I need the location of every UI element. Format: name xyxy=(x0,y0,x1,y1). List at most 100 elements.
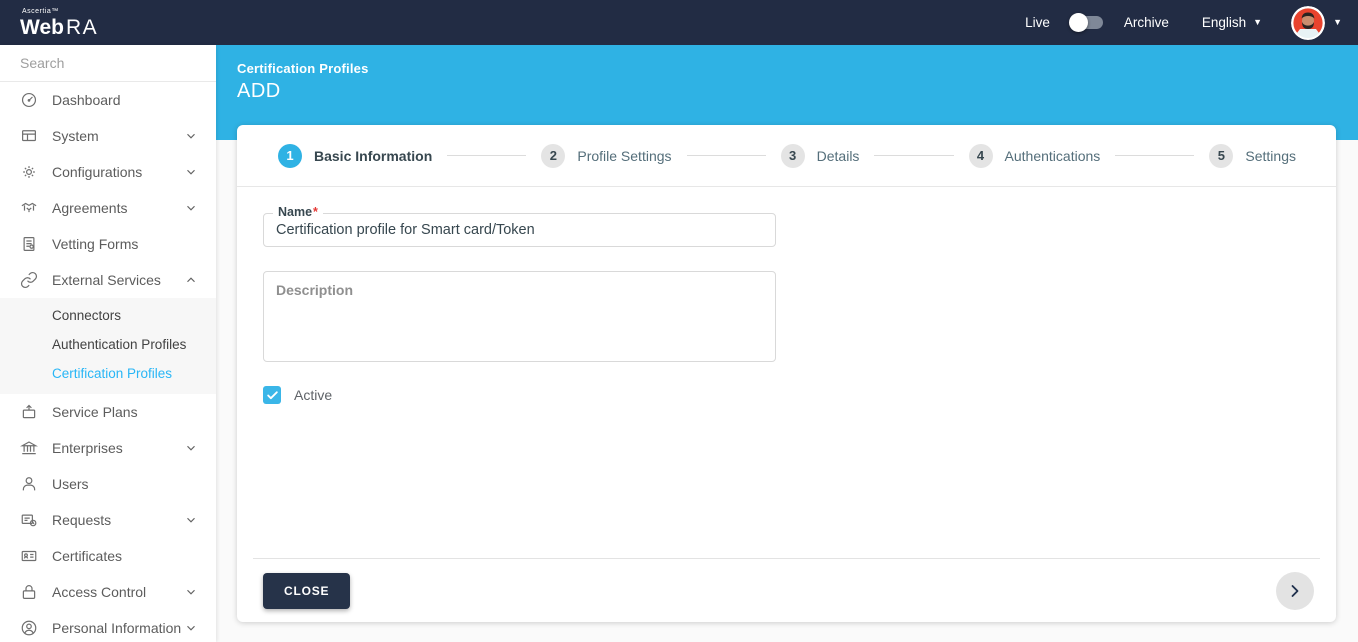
sidebar-item-enterprises[interactable]: Enterprises xyxy=(0,430,216,466)
page-title: ADD xyxy=(237,80,281,102)
topbar-controls: Live Archive English ▼ ▼ xyxy=(1025,5,1342,40)
chevron-down-icon xyxy=(187,517,195,523)
main-content: Certification Profiles ADD 1 Basic Infor… xyxy=(216,45,1358,642)
configurations-icon xyxy=(20,163,38,181)
topbar: Ascertia™ WebRA Live Archive English ▼ ▼ xyxy=(0,0,1358,45)
chevron-down-icon xyxy=(187,625,195,631)
step-label: Profile Settings xyxy=(577,147,672,164)
sidebar-item-agreements[interactable]: Agreements xyxy=(0,190,216,226)
page-header: Certification Profiles ADD xyxy=(237,61,369,103)
sidebar: Dashboard System Configurations Agreemen… xyxy=(0,45,216,642)
language-label: English xyxy=(1201,15,1247,30)
sidebar-subitem-certification-profiles[interactable]: Certification Profiles xyxy=(0,359,216,388)
wizard-stepper: 1 Basic Information 2 Profile Settings 3… xyxy=(237,125,1336,187)
brand-product: WebRA xyxy=(20,15,99,39)
step-connector xyxy=(447,155,527,156)
dashboard-icon xyxy=(20,91,38,109)
sidebar-item-label: Agreements xyxy=(52,200,128,216)
search-input[interactable] xyxy=(20,55,201,71)
sidebar-item-label: Configurations xyxy=(52,164,143,180)
step-label: Authentications xyxy=(1004,147,1101,164)
user-menu-caret-icon: ▼ xyxy=(1333,17,1342,27)
active-checkbox[interactable] xyxy=(263,386,281,404)
system-icon xyxy=(20,127,38,145)
step-basic-information[interactable]: 1 Basic Information xyxy=(278,143,433,168)
sidebar-item-label: External Services xyxy=(52,272,161,288)
sidebar-item-label: Certificates xyxy=(52,548,123,564)
step-authentications[interactable]: 4 Authentications xyxy=(968,143,1101,168)
name-field-label: Name* xyxy=(273,205,323,219)
app-logo[interactable]: Ascertia™ WebRA xyxy=(20,8,98,38)
chevron-down-icon xyxy=(187,445,195,451)
live-label: Live xyxy=(1025,15,1050,30)
checkmark-icon xyxy=(266,390,278,399)
sidebar-item-requests[interactable]: Requests xyxy=(0,502,216,538)
access-control-icon xyxy=(20,583,38,601)
step-details[interactable]: 3 Details xyxy=(780,143,859,168)
chevron-right-icon xyxy=(1291,584,1299,597)
name-input[interactable] xyxy=(264,214,775,246)
live-archive-toggle[interactable] xyxy=(1068,13,1103,32)
basic-information-form: Name* Active xyxy=(237,187,1336,558)
language-selector[interactable]: English ▼ xyxy=(1202,15,1262,30)
next-step-button[interactable] xyxy=(1276,571,1314,610)
step-settings[interactable]: 5 Settings xyxy=(1209,143,1296,168)
avatar[interactable] xyxy=(1291,5,1326,40)
sidebar-item-service-plans[interactable]: Service Plans xyxy=(0,394,216,430)
card-footer: CLOSE xyxy=(237,559,1336,622)
step-number: 1 xyxy=(278,143,302,168)
sidebar-item-label: Users xyxy=(52,476,89,492)
chevron-down-icon xyxy=(187,169,195,175)
users-icon xyxy=(20,475,38,493)
step-connector xyxy=(686,155,766,156)
sidebar-subitem-authentication-profiles[interactable]: Authentication Profiles xyxy=(0,330,216,359)
sidebar-item-label: Enterprises xyxy=(52,440,123,456)
sidebar-item-external-services[interactable]: External Services xyxy=(0,262,216,298)
sidebar-item-label: Vetting Forms xyxy=(52,236,139,252)
name-field-group: Name* xyxy=(263,205,776,247)
chevron-up-icon xyxy=(187,277,195,283)
step-profile-settings[interactable]: 2 Profile Settings xyxy=(541,143,672,168)
close-button[interactable]: CLOSE xyxy=(263,572,351,609)
sidebar-item-users[interactable]: Users xyxy=(0,466,216,502)
sidebar-item-dashboard[interactable]: Dashboard xyxy=(0,82,216,118)
sidebar-search xyxy=(0,45,216,82)
step-connector xyxy=(1115,155,1195,156)
step-number: 5 xyxy=(1209,143,1234,168)
sidebar-item-access-control[interactable]: Access Control xyxy=(0,574,216,610)
sidebar-item-label: Requests xyxy=(52,512,112,528)
required-marker: * xyxy=(313,205,318,219)
user-menu[interactable]: ▼ xyxy=(1291,5,1342,40)
agreements-icon xyxy=(20,199,38,217)
sidebar-item-certificates[interactable]: Certificates xyxy=(0,538,216,574)
chevron-down-icon xyxy=(187,205,195,211)
sidebar-item-personal-information[interactable]: Personal Information xyxy=(0,610,216,642)
step-number: 3 xyxy=(780,143,805,168)
personal-information-icon xyxy=(20,619,38,637)
sidebar-item-label: System xyxy=(52,128,99,144)
service-plans-icon xyxy=(20,403,38,421)
external-services-submenu: Connectors Authentication Profiles Certi… xyxy=(0,298,216,394)
chevron-down-icon xyxy=(187,589,195,595)
step-label: Settings xyxy=(1245,147,1296,164)
sidebar-item-label: Access Control xyxy=(52,584,147,600)
step-label: Basic Information xyxy=(314,147,433,164)
sidebar-item-vetting-forms[interactable]: Vetting Forms xyxy=(0,226,216,262)
active-checkbox-label: Active xyxy=(294,387,333,403)
brand-company: Ascertia™ xyxy=(22,7,59,15)
description-field-group xyxy=(263,271,776,362)
requests-icon xyxy=(20,511,38,529)
toggle-knob xyxy=(1068,13,1088,32)
add-profile-card: 1 Basic Information 2 Profile Settings 3… xyxy=(237,125,1336,622)
active-checkbox-row: Active xyxy=(263,386,1310,404)
sidebar-item-configurations[interactable]: Configurations xyxy=(0,154,216,190)
sidebar-item-system[interactable]: System xyxy=(0,118,216,154)
external-services-icon xyxy=(20,271,38,289)
breadcrumb: Certification Profiles xyxy=(237,61,369,76)
sidebar-item-label: Personal Information xyxy=(52,620,182,636)
step-number: 4 xyxy=(968,143,993,168)
vetting-forms-icon xyxy=(20,235,38,253)
sidebar-subitem-connectors[interactable]: Connectors xyxy=(0,301,216,330)
description-textarea[interactable] xyxy=(264,272,775,361)
step-connector xyxy=(874,155,954,156)
